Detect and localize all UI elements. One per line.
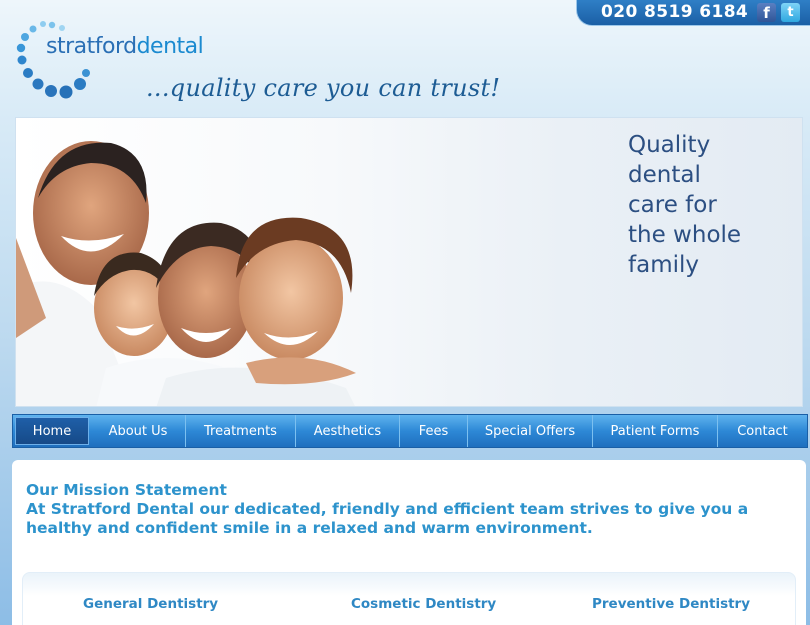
mission-statement: Our Mission Statement At Stratford Denta… xyxy=(26,481,796,538)
hero-headline: Quality dental care for the whole family xyxy=(628,130,798,280)
nav-contact[interactable]: Contact xyxy=(718,415,807,447)
logo-name: stratford xyxy=(46,34,137,59)
nav-treatments[interactable]: Treatments xyxy=(186,415,296,447)
mission-title: Our Mission Statement xyxy=(26,481,227,499)
nav-about-us[interactable]: About Us xyxy=(91,415,186,447)
nav-patient-forms[interactable]: Patient Forms xyxy=(593,415,718,447)
main-nav: Home About Us Treatments Aesthetics Fees… xyxy=(12,414,808,448)
service-cosmetic-dentistry[interactable]: Cosmetic Dentistry xyxy=(351,596,496,612)
twitter-icon[interactable]: t xyxy=(781,3,800,22)
nav-fees[interactable]: Fees xyxy=(400,415,468,447)
phone-bar: 020 8519 6184 f t xyxy=(576,0,810,26)
services-panel: General Dentistry Cosmetic Dentistry Pre… xyxy=(22,572,796,625)
logo-wordmark[interactable]: stratforddental xyxy=(46,34,204,59)
service-preventive-dentistry[interactable]: Preventive Dentistry xyxy=(592,596,750,612)
service-general-dentistry[interactable]: General Dentistry xyxy=(83,596,218,612)
phone-number[interactable]: 020 8519 6184 xyxy=(601,2,748,22)
site-header: stratforddental ...quality care you can … xyxy=(0,0,810,116)
hero-headline-line: family xyxy=(628,252,699,278)
main-content: Our Mission Statement At Stratford Denta… xyxy=(12,460,806,625)
hero-banner: Quality dental care for the whole family xyxy=(15,117,803,407)
hero-headline-line: care for xyxy=(628,192,717,218)
hero-headline-line: Quality xyxy=(628,132,711,158)
nav-special-offers[interactable]: Special Offers xyxy=(468,415,593,447)
facebook-icon[interactable]: f xyxy=(757,3,776,22)
logo-dots-icon xyxy=(16,21,90,99)
logo-name-suffix: dental xyxy=(136,34,204,59)
nav-home[interactable]: Home xyxy=(15,417,89,445)
hero-headline-line: the whole xyxy=(628,222,742,248)
nav-aesthetics[interactable]: Aesthetics xyxy=(296,415,400,447)
hero-headline-line: dental xyxy=(628,162,701,188)
mission-body: At Stratford Dental our dedicated, frien… xyxy=(26,500,749,537)
family-photo xyxy=(16,141,356,406)
tagline: ...quality care you can trust! xyxy=(146,74,501,102)
